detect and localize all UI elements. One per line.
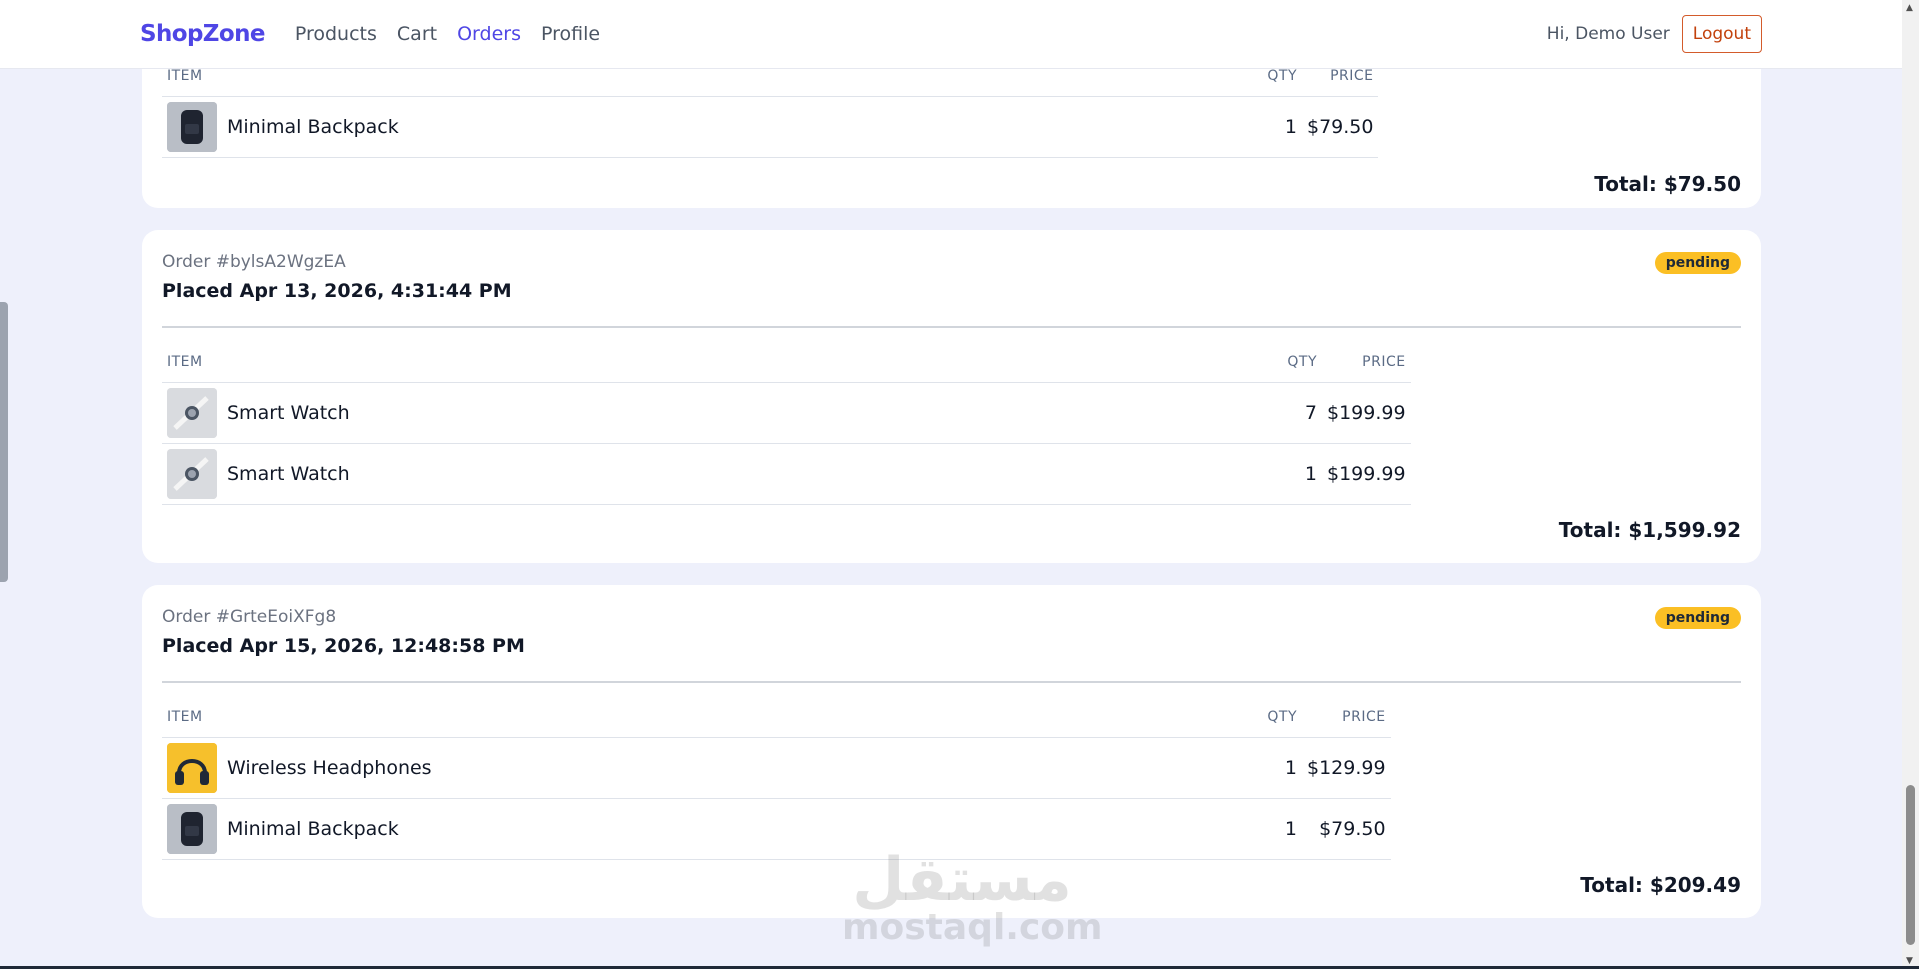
backpack-image xyxy=(167,803,217,854)
product-name: Minimal Backpack xyxy=(227,817,399,840)
logout-button[interactable]: Logout xyxy=(1681,15,1762,53)
item-price: $129.99 xyxy=(1302,737,1391,799)
watermark: مستقل mostaql.com xyxy=(842,845,1103,948)
table-header-row: ITEM QTY PRICE xyxy=(162,697,1391,738)
item-price: $79.50 xyxy=(1302,798,1391,860)
order-items-table: ITEM QTY PRICE Wireless Headphones 1 $12… xyxy=(162,697,1391,860)
side-panel-handle[interactable] xyxy=(0,302,8,582)
column-header-price: PRICE xyxy=(1302,697,1391,738)
order-items-table: ITEM QTY PRICE Smart Watch 7 $199.99 Sma… xyxy=(162,342,1411,505)
divider xyxy=(162,681,1741,683)
order-id: Order #GrteEoiXFg8 xyxy=(162,607,337,627)
user-greeting: Hi, Demo User xyxy=(1546,24,1670,44)
item-qty: 1 xyxy=(1222,96,1302,158)
column-header-qty: QTY xyxy=(1222,697,1302,738)
nav-link-products[interactable]: Products xyxy=(295,23,377,45)
headphones-image xyxy=(167,742,217,793)
item-qty: 1 xyxy=(1222,737,1302,799)
orders-page: ITEM QTY PRICE Minimal Backpack 1 $79.50… xyxy=(0,0,1902,969)
product-name: Wireless Headphones xyxy=(227,756,432,779)
item-qty: 1 xyxy=(1242,443,1322,505)
divider xyxy=(162,326,1741,328)
order-items-table: ITEM QTY PRICE Minimal Backpack 1 $79.50 xyxy=(162,56,1379,158)
order-total: Total: $209.49 xyxy=(1580,873,1741,897)
order-id: Order #bylsA2WgzEA xyxy=(162,252,346,272)
table-row: Minimal Backpack 1 $79.50 xyxy=(162,96,1379,158)
order-card: Order #bylsA2WgzEA Placed Apr 13, 2026, … xyxy=(142,230,1761,563)
column-header-price: PRICE xyxy=(1322,342,1411,383)
order-placed-date: Placed Apr 15, 2026, 12:48:58 PM xyxy=(162,635,525,657)
nav-link-profile[interactable]: Profile xyxy=(541,23,600,45)
brand-logo[interactable]: ShopZone xyxy=(140,21,265,47)
item-price: $199.99 xyxy=(1322,382,1411,444)
backpack-image xyxy=(167,101,217,152)
status-badge: pending xyxy=(1654,607,1741,629)
vertical-scrollbar[interactable]: ▲ ▼ xyxy=(1902,0,1919,969)
product-name: Minimal Backpack xyxy=(227,115,399,138)
scroll-down-icon[interactable]: ▼ xyxy=(1906,956,1913,966)
column-header-item: ITEM xyxy=(162,697,1222,738)
nav-user-area: Hi, Demo User Logout xyxy=(1547,15,1762,53)
item-price: $79.50 xyxy=(1302,96,1379,158)
table-header-row: ITEM QTY PRICE xyxy=(162,342,1411,383)
product-name: Smart Watch xyxy=(227,401,350,424)
order-placed-date: Placed Apr 13, 2026, 4:31:44 PM xyxy=(162,280,512,302)
nav-link-cart[interactable]: Cart xyxy=(397,23,437,45)
watermark-latin: mostaql.com xyxy=(842,907,1103,948)
item-qty: 1 xyxy=(1222,798,1302,860)
column-header-qty: QTY xyxy=(1242,342,1322,383)
table-row: Smart Watch 1 $199.99 xyxy=(162,443,1411,505)
item-price: $199.99 xyxy=(1322,443,1411,505)
watermark-arabic: مستقل xyxy=(852,845,1072,915)
smart-watch-image xyxy=(167,387,217,438)
order-total: Total: $1,599.92 xyxy=(1558,518,1741,542)
status-badge: pending xyxy=(1654,252,1741,274)
smart-watch-image xyxy=(167,448,217,499)
table-row: Wireless Headphones 1 $129.99 xyxy=(162,737,1391,799)
scroll-up-icon[interactable]: ▲ xyxy=(1906,3,1913,13)
table-row: Minimal Backpack 1 $79.50 xyxy=(162,798,1391,860)
order-total: Total: $79.50 xyxy=(1594,172,1741,196)
product-name: Smart Watch xyxy=(227,462,350,485)
column-header-item: ITEM xyxy=(162,342,1242,383)
nav-link-orders[interactable]: Orders xyxy=(457,23,521,45)
item-qty: 7 xyxy=(1242,382,1322,444)
scrollbar-thumb[interactable] xyxy=(1906,785,1915,945)
top-navbar: ShopZone Products Cart Orders Profile Hi… xyxy=(0,0,1902,69)
table-row: Smart Watch 7 $199.99 xyxy=(162,382,1411,444)
